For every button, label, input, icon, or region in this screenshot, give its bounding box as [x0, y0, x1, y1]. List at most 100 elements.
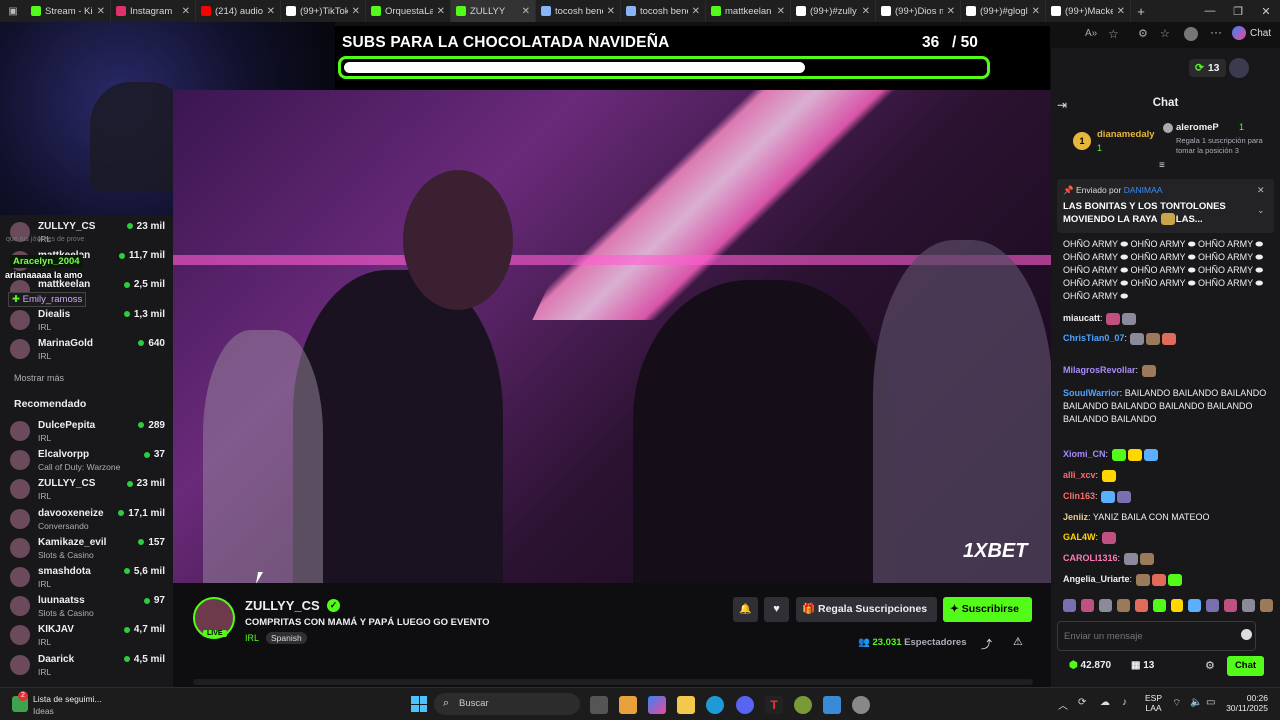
chat-message[interactable]: ChrisTian0_07:: [1063, 332, 1268, 345]
browser-tab[interactable]: OrquestaLal ✕: [366, 0, 451, 22]
pinned-message[interactable]: 📌 Enviado por DANIMAA ✕ LAS BONITAS Y LO…: [1057, 179, 1274, 233]
chat-message[interactable]: Angelia_Uriarte:: [1063, 573, 1268, 586]
chat-username[interactable]: Xiomi_CN: [1063, 449, 1106, 459]
unpin-icon[interactable]: ✕: [1257, 185, 1265, 196]
emote-icon[interactable]: [1063, 599, 1076, 612]
favorite-star-icon[interactable]: ☆: [1108, 27, 1119, 41]
chat-username[interactable]: Clin163: [1063, 491, 1095, 501]
sidebar-channel[interactable]: Diealis IRL 1,3 mil: [10, 306, 165, 335]
language-tag[interactable]: Spanish: [266, 632, 307, 644]
file-explorer-icon[interactable]: [677, 696, 695, 714]
tray-icon[interactable]: ⟳: [1078, 697, 1086, 708]
close-tab-icon[interactable]: ✕: [1032, 6, 1040, 17]
copilot-icon[interactable]: [648, 696, 666, 714]
chat-username[interactable]: Jeniiz: [1063, 512, 1088, 522]
chat-username[interactable]: ChrisTian0_07: [1063, 333, 1124, 343]
leader-name[interactable]: dianamedaly: [1097, 129, 1155, 140]
favorites-icon[interactable]: ☆: [1160, 27, 1170, 40]
follow-heart-icon[interactable]: ♥: [764, 597, 789, 622]
chat-username[interactable]: miaucatt: [1063, 313, 1100, 323]
close-tab-icon[interactable]: ✕: [437, 6, 445, 17]
emote-icon[interactable]: [1098, 599, 1112, 612]
close-tab-icon[interactable]: ✕: [862, 6, 870, 17]
minimize-button[interactable]: —: [1196, 5, 1224, 17]
chat-input[interactable]: [1057, 621, 1256, 651]
show-more-link[interactable]: Mostrar más: [14, 373, 64, 383]
emote-icon[interactable]: [1224, 599, 1238, 612]
profile-avatar[interactable]: [1184, 27, 1198, 41]
chat-message[interactable]: CAROLI1316:: [1063, 552, 1268, 565]
chat-message[interactable]: OHÑO ARMY ⬬ OHÑO ARMY ⬬ OHÑO ARMY ⬬ OHÑO…: [1063, 238, 1268, 303]
close-tab-icon[interactable]: ✕: [607, 6, 615, 17]
share-icon[interactable]: ⤴: [981, 636, 992, 652]
sidebar-channel[interactable]: luunaatss Slots & Casino 97: [10, 592, 165, 621]
browser-tab[interactable]: tocosh bene ✕: [621, 0, 706, 22]
taskbar-search[interactable]: ⌕ Buscar: [434, 693, 580, 715]
chat-message[interactable]: miaucatt:: [1063, 312, 1268, 325]
chat-message[interactable]: alli_xcv:: [1063, 469, 1268, 482]
emote-icon[interactable]: [1170, 599, 1184, 612]
chevron-down-icon[interactable]: ⌄: [1257, 205, 1265, 216]
emoji-picker-icon[interactable]: [1241, 629, 1252, 640]
expand-leaderboard-icon[interactable]: ≡: [1159, 160, 1165, 171]
chat-username[interactable]: alli_xcv: [1063, 470, 1096, 480]
close-tab-icon[interactable]: ✕: [1117, 6, 1125, 17]
send-chat-button[interactable]: Chat: [1227, 656, 1264, 676]
subscribe-button[interactable]: ✦ Suscribirse: [943, 597, 1032, 622]
edge-icon[interactable]: [706, 696, 724, 714]
browser-tab[interactable]: ZULLYY ✕: [451, 0, 536, 22]
close-tab-icon[interactable]: ✕: [947, 6, 955, 17]
emote-icon[interactable]: [1080, 599, 1094, 612]
notification-bell-icon[interactable]: 🔔: [733, 597, 758, 622]
video-player[interactable]: 1XBET: [173, 90, 1051, 583]
user-avatar[interactable]: [1229, 58, 1249, 78]
top-count-badge[interactable]: ⟳ 13: [1189, 59, 1226, 77]
streamer-name[interactable]: ZULLYY_CS: [245, 598, 320, 613]
channel-points[interactable]: ⬢ 42.870: [1069, 660, 1111, 671]
tray-icon[interactable]: ☁: [1100, 697, 1110, 708]
emote-icon[interactable]: [1242, 599, 1256, 612]
chat-message[interactable]: MilagrosRevollar:: [1063, 364, 1268, 377]
chat-message[interactable]: Xiomi_CN:: [1063, 448, 1268, 461]
chat-username[interactable]: MilagrosRevollar: [1063, 365, 1136, 375]
app-icon[interactable]: [794, 696, 812, 714]
sidebar-channel[interactable]: Daarick IRL 4,5 mil: [10, 651, 165, 680]
wifi-icon[interactable]: ⌔: [1172, 697, 1181, 710]
emote-icon[interactable]: [1134, 599, 1148, 612]
chat-message[interactable]: Clin163:: [1063, 490, 1268, 503]
store-icon[interactable]: [619, 696, 637, 714]
windows-start-icon[interactable]: [411, 696, 427, 712]
chat-message[interactable]: SouulWarrior: BAILANDO BAILANDO BAILANDO…: [1063, 387, 1268, 426]
app-icon[interactable]: [823, 696, 841, 714]
clock[interactable]: 00:26 30/11/2025: [1224, 693, 1268, 713]
tray-chevron-icon[interactable]: ︿: [1058, 697, 1068, 712]
report-icon[interactable]: ⚠: [1013, 635, 1023, 648]
leader-name[interactable]: aleromeP: [1176, 122, 1219, 133]
gift-counter[interactable]: ▦ 13: [1131, 660, 1154, 671]
close-tab-icon[interactable]: ✕: [267, 6, 275, 17]
gift-subs-button[interactable]: 🎁 Regala Suscripciones: [796, 597, 937, 622]
browser-tab[interactable]: (99+)#glogl ✕: [961, 0, 1046, 22]
sidebar-channel[interactable]: Elcalvorpp Call of Duty: Warzone 37: [10, 446, 165, 475]
emote-icon[interactable]: [1152, 599, 1166, 612]
chat-username[interactable]: SouulWarrior: [1063, 388, 1120, 398]
close-tab-icon[interactable]: ✕: [182, 6, 190, 17]
discord-icon[interactable]: [736, 696, 754, 714]
browser-tab[interactable]: (99+)Macke ✕: [1046, 0, 1131, 22]
chat-username[interactable]: CAROLI1316: [1063, 553, 1118, 563]
language-indicator[interactable]: ESP LAA: [1145, 693, 1162, 713]
close-tab-icon[interactable]: ✕: [692, 6, 700, 17]
battery-icon[interactable]: ▭: [1206, 697, 1215, 708]
sidebar-channel[interactable]: MarinaGold IRL 640: [10, 335, 165, 364]
sidebar-channel[interactable]: davooxeneize Conversando 17,1 mil: [10, 505, 165, 534]
copilot-chat-button[interactable]: Chat: [1232, 26, 1271, 40]
browser-tab[interactable]: Stream - Kic ✕: [26, 0, 111, 22]
extensions-icon[interactable]: ⚙: [1138, 27, 1148, 40]
task-view-icon[interactable]: [590, 696, 608, 714]
tab-actions-icon[interactable]: ▣: [0, 6, 26, 17]
tray-icon[interactable]: ♪: [1122, 697, 1127, 708]
browser-tab[interactable]: Instagram ✕: [111, 0, 196, 22]
sidebar-channel[interactable]: KIKJAV IRL 4,7 mil: [10, 621, 165, 650]
browser-tab[interactable]: tocosh bene ✕: [536, 0, 621, 22]
emote-icon[interactable]: [1260, 599, 1274, 612]
